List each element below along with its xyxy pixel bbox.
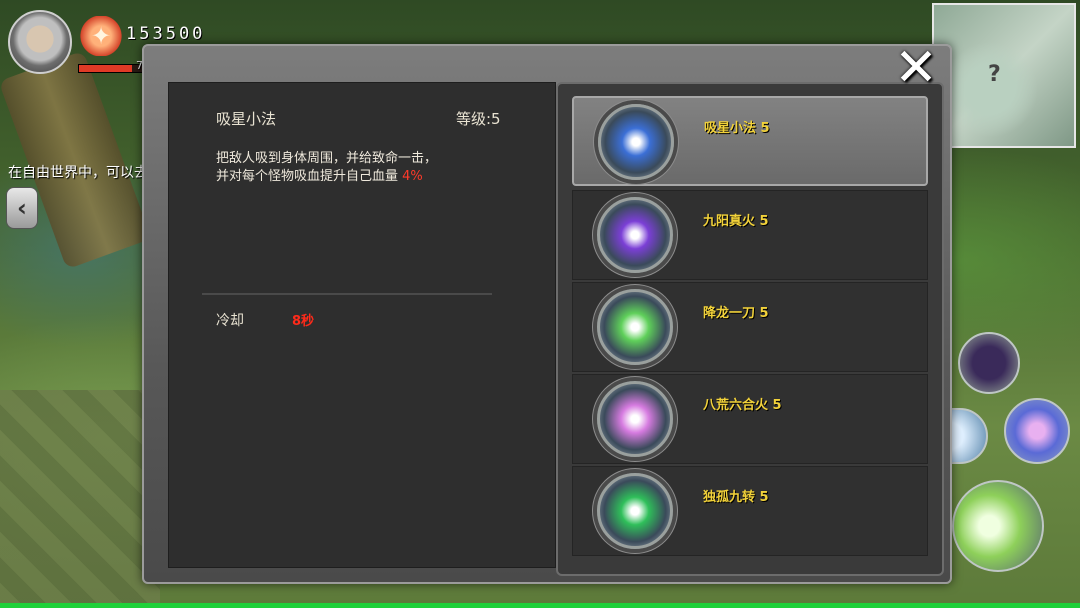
green-ring-orb-icon [597, 473, 673, 549]
skill-row-label: 独孤九转 5 [703, 490, 769, 505]
player-avatar[interactable] [8, 10, 72, 74]
description-line-2: 并对每个怪物吸血提升自己血量 4% [216, 168, 437, 186]
skill-row-label: 吸星小法 5 [704, 121, 770, 136]
skill-row[interactable]: 九阳真火 5 [572, 190, 928, 280]
skill-button-mount[interactable] [958, 332, 1020, 394]
hp-bar-fill [79, 65, 132, 72]
close-button[interactable]: ✕ [888, 40, 944, 96]
skill-row-label: 降龙一刀 5 [703, 306, 769, 321]
minimap[interactable] [932, 3, 1076, 148]
cooldown-value: 8秒 [292, 314, 315, 329]
skill-description: 把敌人吸到身体周围，并给致命一击， 并对每个怪物吸血提升自己血量 4% [216, 150, 437, 186]
bottom-status-bar [0, 603, 1080, 608]
skill-row[interactable]: 八荒六合火 5 [572, 374, 928, 464]
skill-button-burst[interactable] [1004, 398, 1070, 464]
collapse-arrow-button[interactable]: ‹ [6, 187, 38, 229]
quest-marker-icon: ? [988, 62, 1001, 87]
chat-message: 在自由世界中，可以去探 [8, 165, 153, 181]
stone-ground [0, 390, 160, 608]
combat-power-icon: ✦ [80, 16, 122, 56]
pink-burst-orb-icon [597, 381, 673, 457]
skill-row-label: 九阳真火 5 [703, 214, 769, 229]
vortex-orb-icon [598, 104, 674, 180]
skill-title: 吸星小法 [216, 110, 277, 128]
skill-row[interactable]: 降龙一刀 5 [572, 282, 928, 372]
cooldown-label: 冷却 [216, 313, 244, 329]
divider [202, 293, 492, 295]
skill-row[interactable]: 独孤九转 5 [572, 466, 928, 556]
attack-button[interactable] [952, 480, 1044, 572]
combat-power-value: 153500 [126, 24, 206, 44]
description-line-1: 把敌人吸到身体周围，并给致命一击， [216, 151, 438, 166]
tree-trunk [0, 50, 152, 270]
skill-row[interactable]: 吸星小法 5 [572, 96, 928, 186]
green-slash-orb-icon [597, 289, 673, 365]
lifesteal-percent: 4% [402, 169, 423, 184]
description-text: 并对每个怪物吸血提升自己血量 [216, 169, 399, 184]
skill-level: 等级:5 [456, 110, 501, 128]
skill-row-label: 八荒六合火 5 [703, 398, 782, 413]
purple-fire-orb-icon [597, 197, 673, 273]
